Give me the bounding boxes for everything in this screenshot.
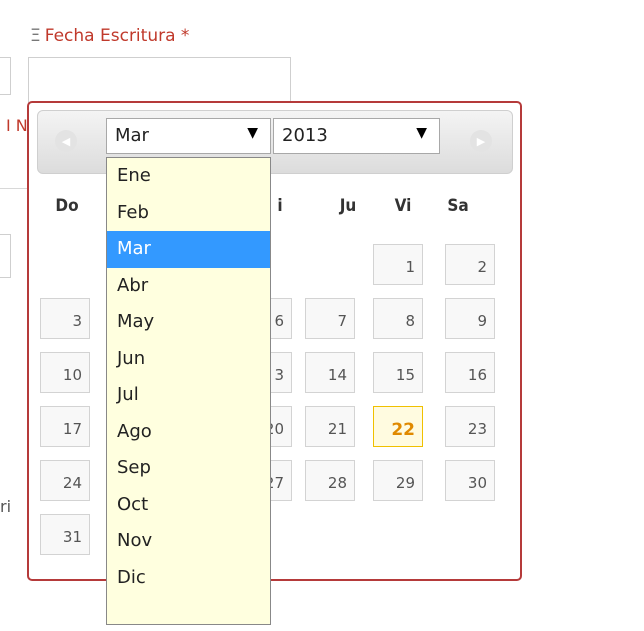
field-label-text: Fecha Escritura: [44, 26, 176, 46]
weekday-header: Sa: [447, 196, 469, 216]
month-select-value: Mar: [115, 125, 149, 146]
month-option-selected[interactable]: Mar: [107, 231, 270, 268]
month-option[interactable]: Ene: [107, 158, 270, 195]
day-cell[interactable]: 28: [305, 460, 355, 501]
field-label: Ξ Fecha Escritura *: [30, 26, 189, 46]
day-cell[interactable]: 31: [40, 514, 90, 555]
day-cell-today[interactable]: 22: [373, 406, 423, 447]
weekday-header: Ju: [339, 196, 357, 216]
day-cell[interactable]: 1: [373, 244, 423, 285]
day-cell[interactable]: 15: [373, 352, 423, 393]
day-cell[interactable]: 3: [40, 298, 90, 339]
left-input-edge[interactable]: [0, 57, 11, 95]
chevron-down-icon: ▼: [416, 125, 427, 141]
day-cell[interactable]: 10: [40, 352, 90, 393]
month-option[interactable]: Jul: [107, 377, 270, 414]
year-select[interactable]: 2013 ▼: [273, 118, 440, 154]
weekday-header: Vi: [394, 196, 412, 216]
day-cell[interactable]: 2: [445, 244, 495, 285]
divider: [0, 188, 27, 189]
day-cell[interactable]: 16: [445, 352, 495, 393]
month-option[interactable]: May: [107, 304, 270, 341]
day-cell[interactable]: 24: [40, 460, 90, 501]
day-cell[interactable]: 21: [305, 406, 355, 447]
weekday-header: i: [277, 196, 283, 216]
chevron-right-icon[interactable]: ▶: [470, 130, 492, 152]
day-cell[interactable]: 14: [305, 352, 355, 393]
required-mark: *: [180, 26, 190, 46]
date-input[interactable]: [28, 57, 291, 103]
month-option[interactable]: Nov: [107, 523, 270, 560]
day-cell[interactable]: 17: [40, 406, 90, 447]
month-dropdown-list: Ene Feb Mar Abr May Jun Jul Ago Sep Oct …: [106, 157, 271, 625]
month-option[interactable]: Jun: [107, 341, 270, 378]
day-cell[interactable]: 29: [373, 460, 423, 501]
day-cell[interactable]: 23: [445, 406, 495, 447]
chevron-left-icon[interactable]: ◀: [55, 130, 77, 152]
day-cell[interactable]: 8: [373, 298, 423, 339]
day-cell[interactable]: 30: [445, 460, 495, 501]
left-input-edge-2[interactable]: [0, 234, 11, 278]
weekday-header: Do: [55, 196, 79, 216]
month-option[interactable]: Abr: [107, 268, 270, 305]
chevron-down-icon: ▼: [247, 125, 258, 141]
day-cell[interactable]: 9: [445, 298, 495, 339]
month-option[interactable]: Dic: [107, 560, 270, 597]
year-select-value: 2013: [282, 125, 328, 146]
month-option[interactable]: Ago: [107, 414, 270, 451]
partial-label-1: I N: [6, 116, 28, 135]
month-option[interactable]: Feb: [107, 195, 270, 232]
day-cell[interactable]: 7: [305, 298, 355, 339]
month-select[interactable]: Mar ▼: [106, 118, 271, 154]
month-option[interactable]: Oct: [107, 487, 270, 524]
menu-glyph: Ξ: [30, 26, 41, 46]
month-option[interactable]: Sep: [107, 450, 270, 487]
partial-label-2: ri: [0, 497, 12, 516]
